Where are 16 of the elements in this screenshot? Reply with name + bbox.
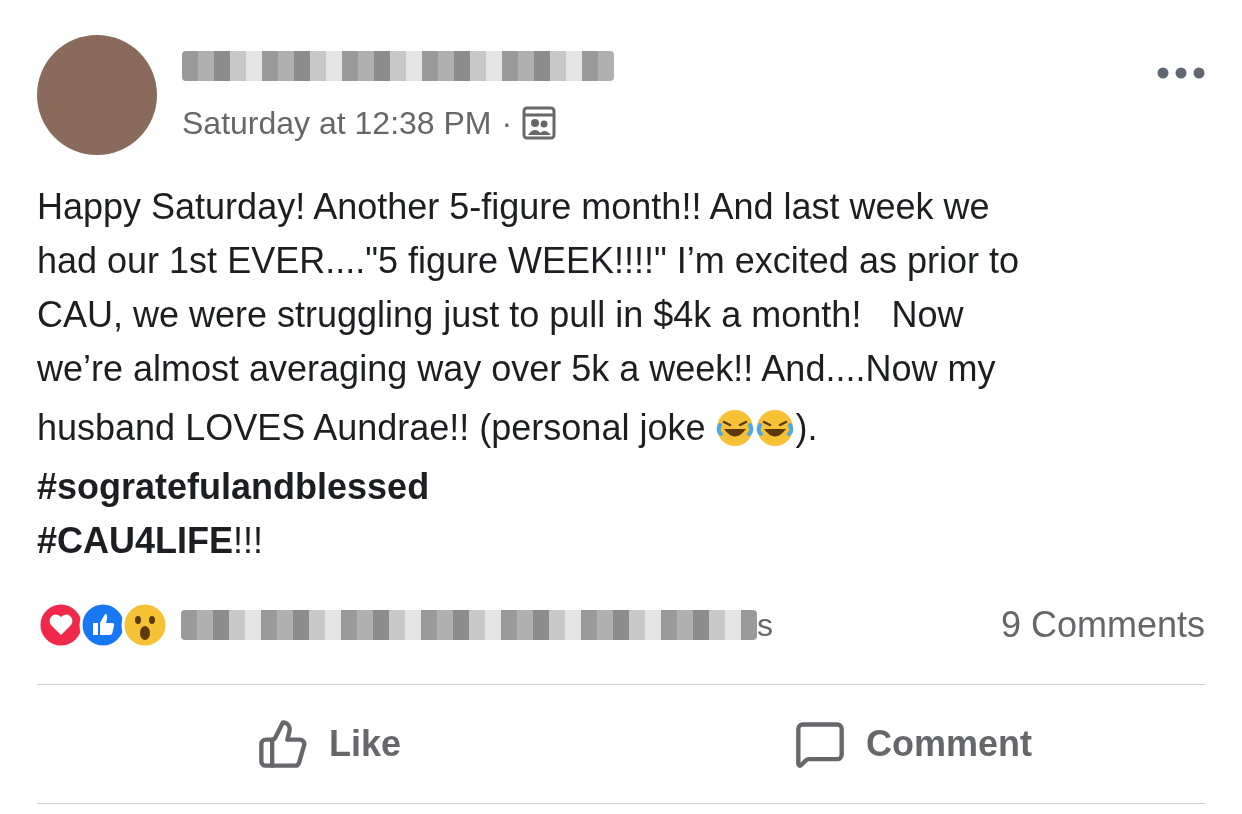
comments-count[interactable]: 9 Comments [1000, 598, 1205, 652]
laughing-emoji-icon [715, 408, 756, 448]
thumbs-up-icon [256, 718, 309, 770]
wow-reaction-icon [121, 601, 169, 649]
like-button[interactable]: Like [37, 685, 621, 803]
more-options-icon[interactable] [1157, 67, 1205, 79]
group-audience-icon [522, 106, 557, 140]
hashtag-link[interactable]: #sogratefulandblessed [37, 460, 1205, 514]
post-text-end: ). [795, 406, 818, 450]
laughing-emoji-icon [755, 408, 796, 448]
reactions-names-end: s [757, 606, 773, 645]
post-text-line: husband LOVES Aundrae!! (personal joke [37, 406, 707, 450]
separator-dot: · [501, 104, 513, 143]
hashtag-link[interactable]: #CAU4LIFE!!! [37, 514, 1205, 568]
comment-button[interactable]: Comment [621, 685, 1205, 803]
post-time[interactable]: Saturday at 12:38 PM [182, 99, 492, 147]
